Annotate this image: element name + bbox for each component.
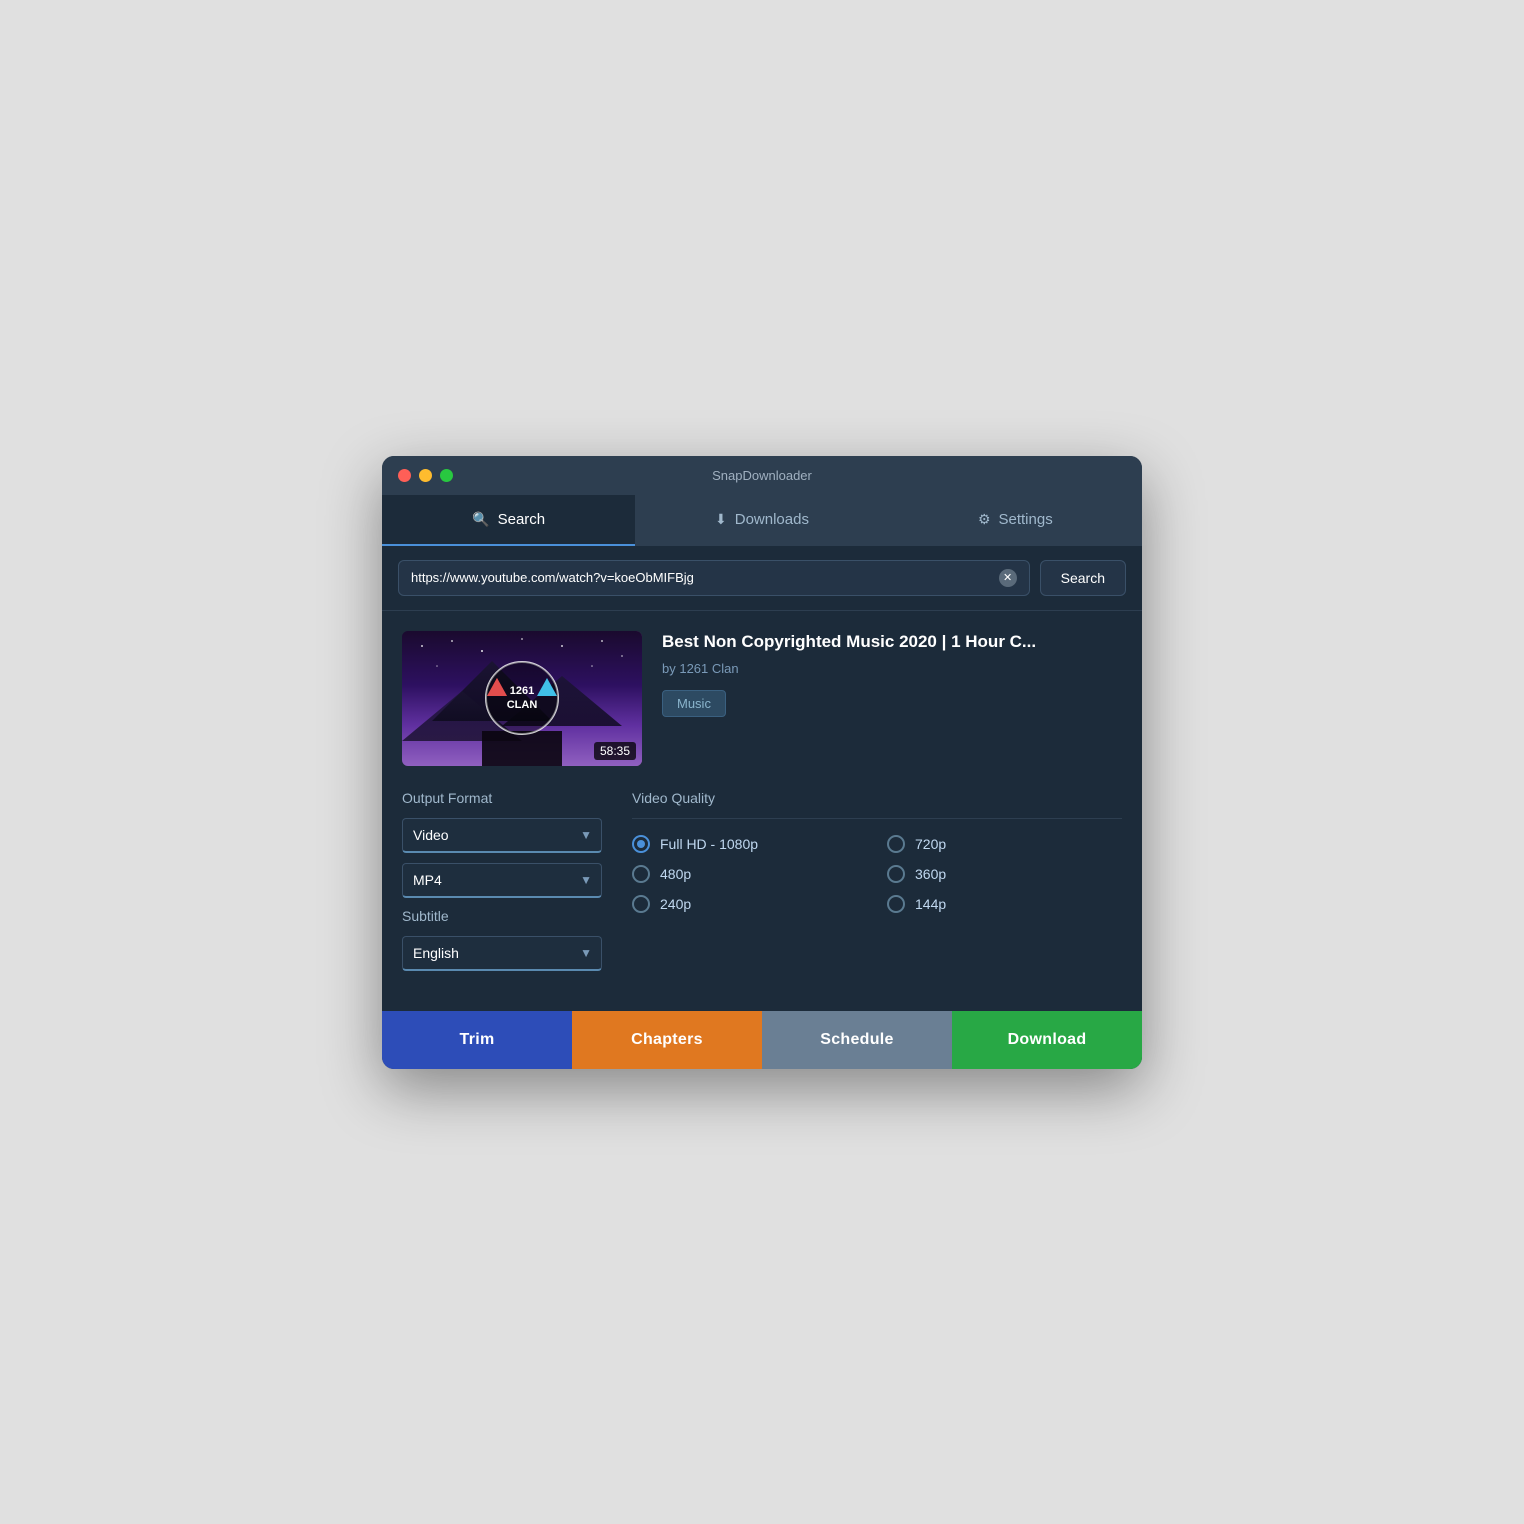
quality-label-720p: 720p: [915, 836, 946, 852]
schedule-button[interactable]: Schedule: [762, 1011, 952, 1069]
video-section: 1261 CLAN 58:35 Best Non Copyrighted Mus…: [402, 631, 1122, 766]
radio-360p[interactable]: [887, 865, 905, 883]
url-input-wrapper: ✕: [398, 560, 1030, 596]
video-quality-section: Video Quality Full HD - 1080p 720p: [632, 790, 1122, 981]
quality-option-144p[interactable]: 144p: [887, 895, 1122, 913]
maximize-button[interactable]: [440, 469, 453, 482]
video-author: by 1261 Clan: [662, 661, 1122, 676]
video-title: Best Non Copyrighted Music 2020 | 1 Hour…: [662, 631, 1122, 653]
download-button[interactable]: Download: [952, 1011, 1142, 1069]
radio-720p[interactable]: [887, 835, 905, 853]
gear-icon: ⚙: [978, 511, 991, 528]
svg-text:1261: 1261: [510, 685, 534, 697]
quality-option-240p[interactable]: 240p: [632, 895, 867, 913]
url-search-bar: ✕ Search: [382, 546, 1142, 611]
quality-label-360p: 360p: [915, 866, 946, 882]
format-type-select[interactable]: Video Audio Subtitles: [402, 818, 602, 853]
clear-url-button[interactable]: ✕: [999, 569, 1017, 587]
format-codec-select[interactable]: MP4 MKV AVI MOV: [402, 863, 602, 898]
quality-label-480p: 480p: [660, 866, 691, 882]
radio-inner-1080p: [637, 840, 645, 848]
quality-divider: [632, 818, 1122, 819]
subtitle-select[interactable]: English Spanish French German: [402, 936, 602, 971]
tab-downloads-label: Downloads: [735, 511, 809, 528]
tab-downloads[interactable]: ⬇ Downloads: [635, 495, 888, 546]
tab-settings[interactable]: ⚙ Settings: [889, 495, 1142, 546]
format-type-wrapper: Video Audio Subtitles ▼: [402, 818, 602, 853]
video-quality-label: Video Quality: [632, 790, 1122, 806]
quality-label-240p: 240p: [660, 896, 691, 912]
download-icon: ⬇: [715, 511, 727, 528]
radio-1080p[interactable]: [632, 835, 650, 853]
radio-144p[interactable]: [887, 895, 905, 913]
quality-label-144p: 144p: [915, 896, 946, 912]
bottom-action-bar: Trim Chapters Schedule Download: [382, 1011, 1142, 1069]
traffic-lights: [398, 469, 453, 482]
tab-settings-label: Settings: [999, 511, 1053, 528]
svg-text:CLAN: CLAN: [507, 699, 538, 711]
search-icon: 🔍: [472, 511, 489, 528]
quality-option-360p[interactable]: 360p: [887, 865, 1122, 883]
tab-search-label: Search: [498, 511, 546, 528]
options-section: Output Format Video Audio Subtitles ▼ MP…: [402, 790, 1122, 981]
radio-480p[interactable]: [632, 865, 650, 883]
quality-option-1080p[interactable]: Full HD - 1080p: [632, 835, 867, 853]
subtitle-label: Subtitle: [402, 908, 602, 924]
app-window: SnapDownloader 🔍 Search ⬇ Downloads ⚙ Se…: [382, 456, 1142, 1069]
video-duration: 58:35: [594, 742, 636, 760]
format-codec-wrapper: MP4 MKV AVI MOV ▼: [402, 863, 602, 898]
trim-button[interactable]: Trim: [382, 1011, 572, 1069]
video-thumbnail: 1261 CLAN 58:35: [402, 631, 642, 766]
quality-option-480p[interactable]: 480p: [632, 865, 867, 883]
subtitle-wrapper: English Spanish French German ▼: [402, 936, 602, 971]
quality-grid: Full HD - 1080p 720p 480p 360p: [632, 835, 1122, 913]
tab-bar: 🔍 Search ⬇ Downloads ⚙ Settings: [382, 495, 1142, 546]
titlebar: SnapDownloader: [382, 456, 1142, 495]
tab-search[interactable]: 🔍 Search: [382, 495, 635, 546]
video-category[interactable]: Music: [662, 690, 726, 717]
quality-label-1080p: Full HD - 1080p: [660, 836, 758, 852]
url-input[interactable]: [411, 570, 999, 585]
main-content: 1261 CLAN 58:35 Best Non Copyrighted Mus…: [382, 611, 1142, 991]
output-format-label: Output Format: [402, 790, 602, 806]
close-button[interactable]: [398, 469, 411, 482]
quality-option-720p[interactable]: 720p: [887, 835, 1122, 853]
search-button[interactable]: Search: [1040, 560, 1126, 596]
output-format-section: Output Format Video Audio Subtitles ▼ MP…: [402, 790, 602, 981]
app-title: SnapDownloader: [712, 468, 812, 483]
radio-240p[interactable]: [632, 895, 650, 913]
minimize-button[interactable]: [419, 469, 432, 482]
video-info: Best Non Copyrighted Music 2020 | 1 Hour…: [662, 631, 1122, 766]
chapters-button[interactable]: Chapters: [572, 1011, 762, 1069]
